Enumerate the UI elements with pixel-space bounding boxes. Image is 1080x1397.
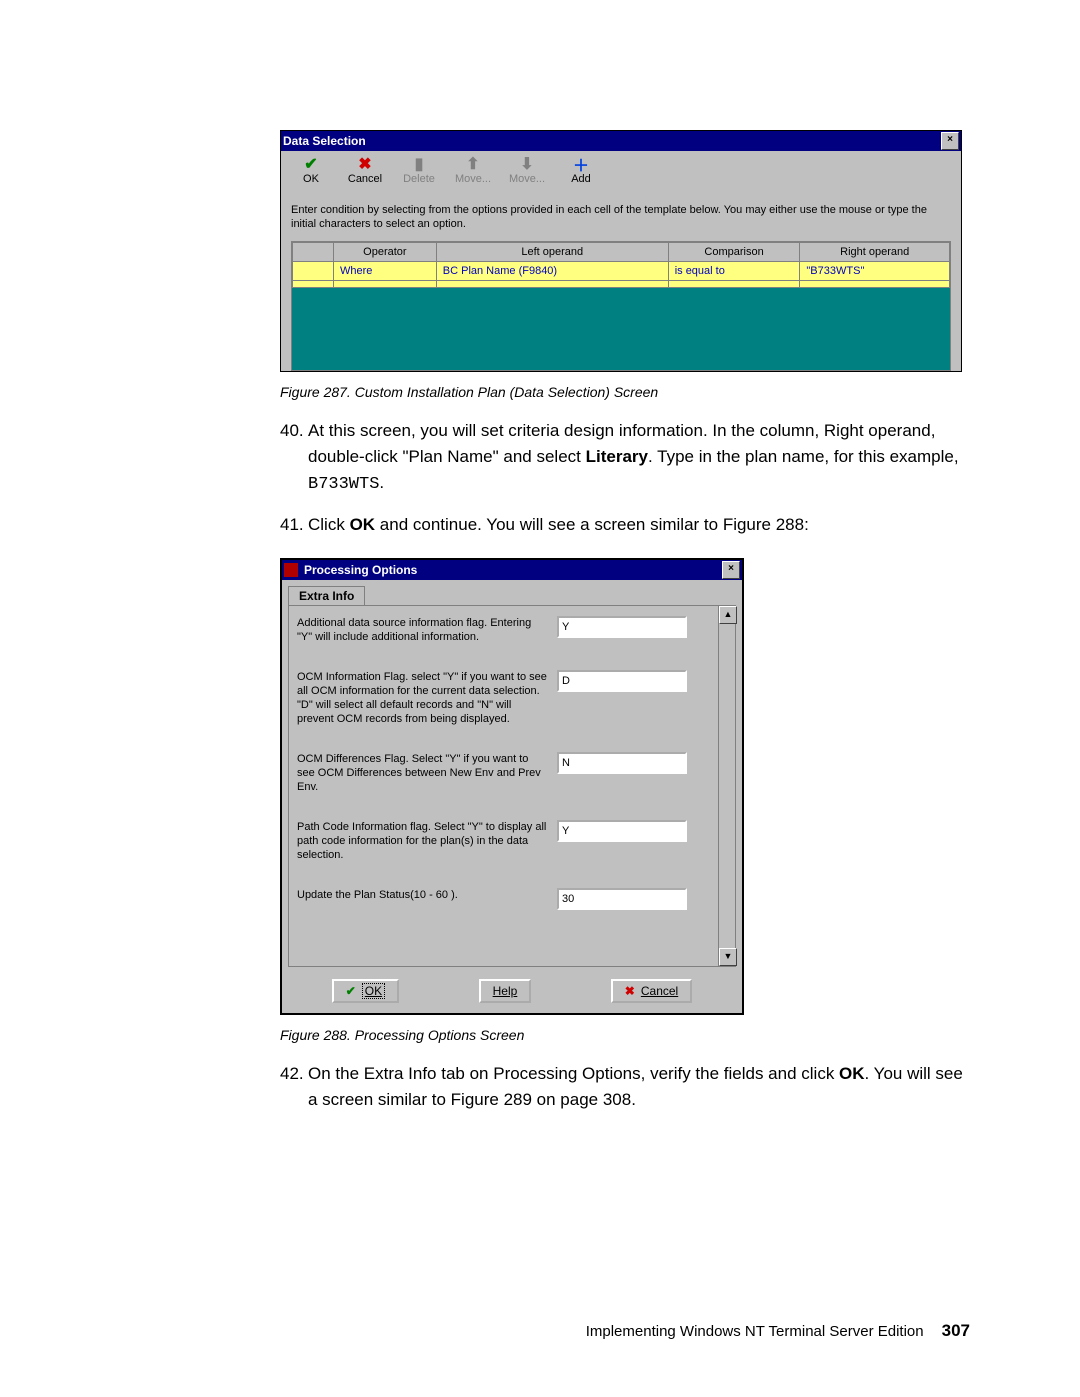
- option-field[interactable]: Y: [557, 616, 687, 638]
- option-row: Update the Plan Status(10 - 60 ). 30: [297, 888, 727, 910]
- option-row: Additional data source information flag.…: [297, 616, 727, 644]
- trash-icon: ▮: [409, 155, 429, 173]
- option-row: OCM Information Flag. select "Y" if you …: [297, 670, 727, 726]
- option-label: OCM Information Flag. select "Y" if you …: [297, 670, 557, 726]
- plus-icon: ＋: [571, 155, 591, 173]
- instruction-text: Enter condition by selecting from the op…: [291, 203, 951, 231]
- option-label: Additional data source information flag.…: [297, 616, 557, 644]
- option-label: Path Code Information flag. Select "Y" t…: [297, 820, 557, 862]
- ok-button[interactable]: ✔ OK: [289, 155, 333, 185]
- add-button[interactable]: ＋ Add: [559, 155, 603, 185]
- cancel-button[interactable]: ✖ Cancel: [343, 155, 387, 185]
- cell-right[interactable]: "B733WTS": [800, 262, 950, 281]
- scroll-down-icon[interactable]: ▼: [719, 948, 737, 966]
- step-40: 40. At this screen, you will set criteri…: [280, 418, 970, 498]
- check-icon: ✔: [301, 155, 321, 173]
- processing-options-dialog: Processing Options × Extra Info Addition…: [280, 558, 744, 1015]
- tab-extra-info[interactable]: Extra Info: [288, 586, 365, 605]
- help-button[interactable]: Help: [479, 979, 532, 1003]
- cell-comparison[interactable]: is equal to: [668, 262, 800, 281]
- ok-button[interactable]: ✔OK: [332, 979, 399, 1003]
- dialog-body: Additional data source information flag.…: [288, 605, 736, 967]
- titlebar: Processing Options ×: [282, 560, 742, 580]
- delete-button: ▮ Delete: [397, 155, 441, 185]
- step-42: 42. On the Extra Info tab on Processing …: [280, 1061, 970, 1113]
- option-field[interactable]: 30: [557, 888, 687, 910]
- move-down-button: ⬇ Move...: [505, 155, 549, 185]
- cancel-button[interactable]: ✖Cancel: [611, 979, 692, 1003]
- step-41: 41. Click OK and continue. You will see …: [280, 512, 970, 538]
- footer-text: Implementing Windows NT Terminal Server …: [586, 1323, 924, 1340]
- scroll-up-icon[interactable]: ▲: [719, 606, 737, 624]
- check-icon: ✔: [346, 984, 356, 998]
- window-title: Data Selection: [283, 134, 941, 148]
- close-icon[interactable]: ×: [722, 561, 740, 579]
- arrow-down-icon: ⬇: [517, 155, 537, 173]
- data-selection-window: Data Selection × ✔ OK ✖ Cancel ▮ Delete …: [280, 130, 962, 372]
- table-row[interactable]: Where BC Plan Name (F9840) is equal to "…: [293, 262, 950, 281]
- option-field[interactable]: D: [557, 670, 687, 692]
- grid-empty-area: [292, 288, 950, 370]
- figure-caption: Figure 287. Custom Installation Plan (Da…: [280, 384, 970, 400]
- cell-operator[interactable]: Where: [334, 262, 437, 281]
- col-comparison: Comparison: [668, 243, 800, 262]
- page-footer: Implementing Windows NT Terminal Server …: [280, 1321, 970, 1341]
- option-label: OCM Differences Flag. Select "Y" if you …: [297, 752, 557, 794]
- move-up-button: ⬆ Move...: [451, 155, 495, 185]
- figure-caption: Figure 288. Processing Options Screen: [280, 1027, 970, 1043]
- x-icon: ✖: [355, 155, 375, 173]
- col-left-operand: Left operand: [436, 243, 668, 262]
- window-title: Processing Options: [304, 563, 722, 577]
- app-icon: [284, 563, 298, 577]
- titlebar: Data Selection ×: [281, 131, 961, 151]
- dialog-buttons: ✔OK Help ✖Cancel: [282, 973, 742, 1013]
- toolbar: ✔ OK ✖ Cancel ▮ Delete ⬆ Move... ⬇ Move.…: [281, 151, 961, 187]
- arrow-up-icon: ⬆: [463, 155, 483, 173]
- option-label: Update the Plan Status(10 - 60 ).: [297, 888, 557, 902]
- option-row: OCM Differences Flag. Select "Y" if you …: [297, 752, 727, 794]
- x-icon: ✖: [625, 984, 635, 998]
- col-right-operand: Right operand: [800, 243, 950, 262]
- close-icon[interactable]: ×: [941, 132, 959, 150]
- option-row: Path Code Information flag. Select "Y" t…: [297, 820, 727, 862]
- table-row[interactable]: [293, 281, 950, 288]
- col-operator: Operator: [334, 243, 437, 262]
- cell-left[interactable]: BC Plan Name (F9840): [436, 262, 668, 281]
- scrollbar[interactable]: ▲ ▼: [718, 606, 735, 966]
- condition-grid[interactable]: Operator Left operand Comparison Right o…: [291, 241, 951, 371]
- page-number: 307: [942, 1321, 970, 1341]
- option-field[interactable]: N: [557, 752, 687, 774]
- row-header-blank: [293, 243, 334, 262]
- option-field[interactable]: Y: [557, 820, 687, 842]
